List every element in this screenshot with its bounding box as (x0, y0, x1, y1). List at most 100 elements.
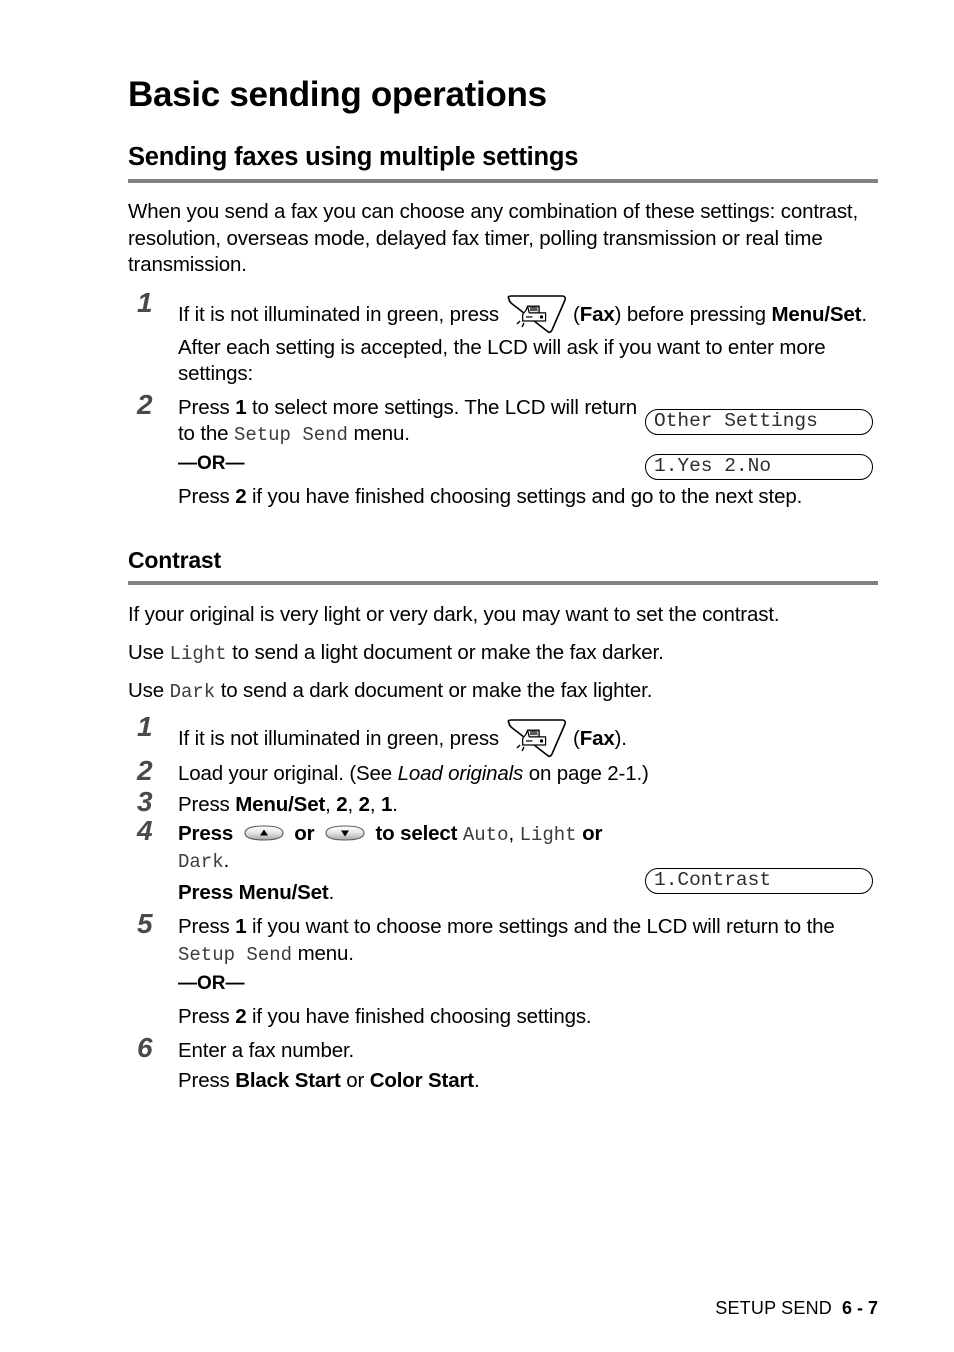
text-part: to send a light document or make the fax… (226, 640, 664, 664)
subsection-divider (128, 581, 878, 585)
page-title: Basic sending operations (128, 75, 547, 114)
intro-paragraph: When you send a fax you can choose any c… (128, 200, 859, 276)
step-alternative-text: Press 2 if you have finished choosing se… (178, 484, 878, 511)
key-digit-2: 2 (235, 484, 247, 508)
step-text-part: If it is not illuminated in green, press (178, 302, 500, 326)
step-text-part: menu. (292, 941, 354, 965)
fax-label: Fax (579, 302, 615, 326)
or-separator: —OR— (178, 973, 245, 994)
lcd-option-dark: Dark (178, 851, 224, 873)
step-text: Press 1 to select more settings. The LCD… (178, 395, 638, 449)
lcd-display-yes-no: 1.Yes 2.No (645, 454, 873, 480)
step-text-part: if you have finished choosing settings. (246, 1005, 592, 1028)
arrow-down-key-icon[interactable] (323, 823, 367, 843)
contrast-use-dark-line: Use Dark to send a dark document or make… (128, 678, 878, 706)
step-text: Enter a fax number. (178, 1038, 355, 1062)
lcd-term-setup-send: Setup Send (233, 424, 348, 446)
step-number: 2 (137, 754, 153, 786)
step-text-part: , (508, 821, 520, 845)
key-digit: 1 (380, 793, 393, 816)
menu-set-key-label: Menu/Set (771, 302, 862, 326)
step-text-part: , (347, 793, 359, 816)
step-text: Press or to select Auto, Light or Dark. (178, 821, 648, 876)
fax-label-paren-close: ). (614, 726, 627, 750)
cross-reference-title: Load originals (397, 761, 524, 785)
fax-label: Fax (579, 726, 615, 750)
step-text-part: Press (178, 915, 236, 938)
step-text-part: . (392, 793, 398, 816)
step-number: 1 (137, 710, 153, 742)
step-text-part: . (328, 880, 335, 904)
step-text-part: , (369, 793, 381, 816)
section-heading-sending-faxes: Sending faxes using multiple settings (128, 143, 579, 171)
step-text: Load your original. (See Load originals … (178, 761, 878, 788)
step-item: 1 If it is not illuminated in green, pre… (128, 711, 878, 759)
step-text-part: Press (178, 880, 239, 904)
contrast-intro-paragraph: If your original is very light or very d… (128, 603, 780, 626)
step-text-part: or (288, 821, 320, 845)
step-alternative-text: Press 2 if you have finished choosing se… (178, 1004, 878, 1031)
step-text-part: to select (369, 821, 463, 845)
step-text-part: If it is not illuminated in green, press (178, 726, 500, 750)
fax-machine-key-icon[interactable] (505, 293, 571, 335)
section-divider (128, 179, 878, 183)
step-number: 1 (137, 286, 153, 318)
step-number: 4 (137, 814, 153, 846)
step-item: 2 Load your original. (See Load original… (128, 755, 878, 788)
key-digit: 2 (358, 793, 370, 816)
lcd-display-contrast: 1.Contrast (645, 868, 873, 894)
step-text-part: if you want to choose more settings and … (246, 915, 835, 938)
step-text-part: before pressing (621, 302, 772, 326)
step-text-part: . (223, 849, 230, 872)
manual-page: Basic sending operations Sending faxes u… (0, 0, 954, 1352)
step-text: Press Menu/Set, 2, 2, 1. (178, 792, 878, 819)
step-text-part: on page 2-1.) (523, 761, 649, 785)
footer-section-label: SETUP SEND (715, 1298, 832, 1318)
step-text-part: if you have finished choosing settings a… (246, 484, 803, 508)
step-text-part: Press (178, 484, 236, 508)
lcd-term-setup-send: Setup Send (178, 943, 293, 966)
fax-label-paren-open: ( (573, 302, 580, 326)
step-item: 6 Enter a fax number. Press Black Start … (128, 1032, 878, 1095)
black-start-key-label: Black Start (235, 1069, 341, 1092)
key-digit-1: 1 (235, 395, 247, 419)
step-number: 5 (137, 908, 153, 939)
step-text-part: menu. (347, 422, 410, 445)
key-digit-1: 1 (235, 915, 247, 938)
menu-set-key-label: Menu/Set (235, 793, 326, 816)
step-text-part: Press (178, 1069, 236, 1092)
fax-machine-key-icon[interactable] (505, 717, 571, 759)
text-part: Use (128, 679, 170, 702)
step-number: 2 (137, 388, 153, 420)
lcd-term-light: Light (169, 642, 227, 665)
key-digit-2: 2 (235, 1005, 247, 1028)
step-item: 3 Press Menu/Set, 2, 2, 1. (128, 787, 878, 819)
step-item: 1 If it is not illuminated in green, pre… (128, 287, 878, 388)
lcd-display-other-settings: Other Settings (645, 409, 873, 435)
step-item: 5 Press 1 if you want to choose more set… (128, 909, 878, 1031)
step-number: 3 (137, 786, 153, 817)
key-digit: 2 (336, 793, 348, 816)
color-start-key-label: Color Start (369, 1069, 474, 1092)
step-number: 6 (137, 1031, 153, 1063)
step-text: If it is not illuminated in green, press (178, 293, 878, 388)
step-text: If it is not illuminated in green, press (178, 717, 878, 759)
footer-page-number: 6 - 7 (841, 1298, 878, 1318)
step-text-part: Press (178, 1005, 236, 1028)
page-footer: SETUP SEND 6 - 7 (0, 1298, 878, 1319)
step-press-start-line: Press Black Start or Color Start. (178, 1068, 878, 1095)
step-text-part: Press (178, 793, 236, 816)
text-part: to send a dark document or make the fax … (215, 679, 653, 702)
step-text-part: or (576, 821, 603, 845)
page-content: Basic sending operations Sending faxes u… (128, 74, 878, 1095)
subsection-heading-contrast: Contrast (128, 547, 221, 573)
arrow-up-key-icon[interactable] (242, 823, 286, 843)
step-text-part: Press (178, 395, 236, 419)
step-text-part: . (473, 1069, 480, 1092)
step-text-part: , (325, 793, 337, 816)
text-part: Use (128, 640, 170, 664)
lcd-term-dark: Dark (169, 681, 216, 703)
menu-set-key-label: Menu/Set (238, 880, 329, 904)
contrast-use-light-line: Use Light to send a light document or ma… (128, 640, 878, 668)
step-text-part: or (340, 1069, 370, 1092)
